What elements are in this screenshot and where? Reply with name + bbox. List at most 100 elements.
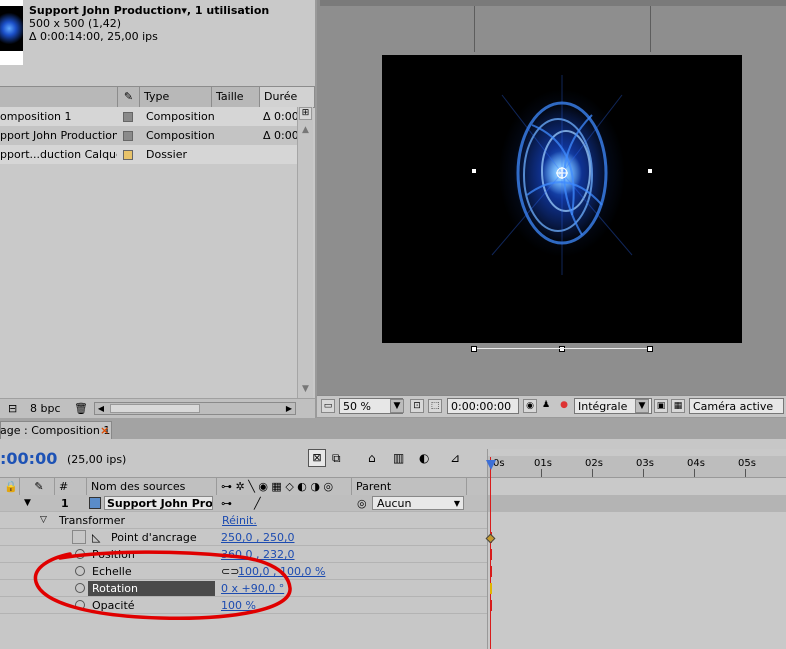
stopwatch-icon[interactable] bbox=[75, 583, 85, 593]
property-name-selected: Rotation bbox=[88, 581, 215, 596]
column-number[interactable]: # bbox=[55, 478, 87, 495]
property-row-anchor-point[interactable]: ◺ Point d'ancrage 250,0 , 250,0 bbox=[0, 529, 487, 546]
flowchart-icon[interactable]: ⊞ bbox=[299, 107, 312, 120]
twirl-down-icon[interactable]: ▼ bbox=[24, 495, 31, 512]
transform-handle[interactable] bbox=[647, 168, 653, 174]
frame-blending-icon[interactable]: ▥ bbox=[393, 451, 404, 465]
shy-switch-icon[interactable]: ⊶ bbox=[221, 495, 232, 512]
safe-zones-icon[interactable]: ⊡ bbox=[410, 399, 424, 413]
column-duration[interactable]: Durée bbox=[260, 87, 315, 107]
trash-icon[interactable]: 🗑 bbox=[74, 402, 88, 415]
reset-link[interactable]: Réinit. bbox=[222, 512, 257, 529]
current-time-indicator-head[interactable] bbox=[486, 460, 496, 470]
bit-depth-label[interactable]: 8 bpc bbox=[30, 402, 61, 415]
stopwatch-icon[interactable] bbox=[75, 566, 85, 576]
show-snapshot-icon[interactable]: ♟ bbox=[539, 399, 553, 413]
timeline-graph-area[interactable] bbox=[487, 449, 786, 649]
scroll-left-arrow-icon[interactable]: ◀ bbox=[95, 403, 107, 414]
draft-3d-icon[interactable]: ⌂ bbox=[368, 451, 376, 465]
column-parent[interactable]: Parent bbox=[352, 478, 467, 495]
color-channel-icon[interactable]: ● bbox=[557, 399, 571, 413]
live-update-icon[interactable]: ⧉ bbox=[332, 451, 341, 466]
column-source-name[interactable]: Nom des sources bbox=[87, 478, 217, 495]
graph-icon[interactable]: ◺ bbox=[92, 529, 100, 546]
collapse-switch-icon[interactable]: ╱ bbox=[254, 495, 261, 512]
property-value[interactable]: 250,0 , 250,0 bbox=[221, 529, 294, 546]
project-row[interactable]: omposition 1 Composition Δ 0:00:1 bbox=[0, 107, 299, 126]
scrollbar-thumb[interactable] bbox=[110, 404, 200, 413]
camera-view-dropdown[interactable]: Caméra active bbox=[689, 398, 784, 414]
scroll-up-arrow-icon[interactable]: ▲ bbox=[299, 124, 312, 137]
snapshot-camera-icon[interactable]: ◉ bbox=[523, 399, 537, 413]
viewer-tab-strip[interactable] bbox=[320, 0, 786, 6]
timeline-tab-label[interactable]: age : Composition 1 bbox=[0, 424, 110, 437]
column-size[interactable]: Taille bbox=[212, 87, 260, 107]
property-row-position[interactable]: Position 360,0 , 232,0 bbox=[0, 546, 487, 563]
column-name[interactable] bbox=[0, 87, 118, 107]
item-type: Composition bbox=[146, 110, 215, 123]
project-settings-icon[interactable]: ⊟ bbox=[8, 402, 17, 415]
item-type: Composition bbox=[146, 129, 215, 142]
keyframe-marker[interactable] bbox=[490, 583, 492, 594]
property-value[interactable]: 0 x +90,0 ° bbox=[221, 580, 284, 597]
keyframe-marker[interactable] bbox=[490, 566, 492, 577]
composition-canvas[interactable] bbox=[382, 55, 742, 343]
keyframe-marker[interactable] bbox=[490, 600, 492, 611]
transform-handle[interactable] bbox=[647, 346, 653, 352]
layer-row[interactable]: ▼ 1 Support John Prod ⊶ ╱ ◎ Aucun ▼ bbox=[0, 495, 487, 512]
label-tag-icon[interactable]: ✎ bbox=[118, 87, 140, 107]
lock-icon[interactable]: 🔒 bbox=[0, 478, 20, 495]
transform-handle[interactable] bbox=[559, 346, 565, 352]
ruler-tick bbox=[643, 469, 644, 477]
property-row-scale[interactable]: Echelle ⊂⊃ 100,0 , 100,0 % bbox=[0, 563, 487, 580]
twirl-down-icon[interactable]: ▽ bbox=[40, 512, 47, 529]
pickwhip-icon[interactable]: ◎ bbox=[357, 495, 367, 512]
project-row[interactable]: pport John Production Composition Δ 0:00… bbox=[0, 126, 299, 145]
transform-handle[interactable] bbox=[471, 168, 477, 174]
transform-handle[interactable] bbox=[471, 346, 477, 352]
stopwatch-icon[interactable] bbox=[75, 600, 85, 610]
label-color-swatch[interactable] bbox=[123, 150, 133, 160]
layer-bounding-edge bbox=[477, 348, 647, 349]
scroll-down-arrow-icon[interactable]: ▼ bbox=[299, 383, 312, 396]
switches-header-icons[interactable]: ⊶ ✲ ╲ ◉ ▦ ◇ ◐ ◑ ◎ bbox=[217, 478, 352, 495]
label-tag-icon[interactable]: ✎ bbox=[20, 478, 55, 495]
constrain-proportions-icon[interactable]: ⊂⊃ bbox=[221, 563, 239, 580]
property-value[interactable]: 360,0 , 232,0 bbox=[221, 546, 294, 563]
scroll-right-arrow-icon[interactable]: ▶ bbox=[283, 403, 295, 414]
keyframe-marker[interactable] bbox=[490, 549, 492, 560]
project-item-title[interactable]: Support John Production▾, 1 utilisation bbox=[29, 4, 269, 17]
chevron-down-icon[interactable]: ▼ bbox=[635, 399, 649, 413]
composition-mini-flowchart-icon[interactable]: ⊠ bbox=[308, 449, 326, 467]
time-ruler[interactable]: 0s 01s 02s 03s 04s 05s bbox=[488, 456, 786, 478]
property-row-rotation[interactable]: Rotation 0 x +90,0 ° bbox=[0, 580, 487, 597]
project-row[interactable]: pport...duction Calques Dossier bbox=[0, 145, 297, 164]
property-row-opacity[interactable]: Opacité 100 % bbox=[0, 597, 487, 614]
ruler-label: 05s bbox=[738, 458, 756, 469]
horizontal-scrollbar[interactable]: ◀ ▶ bbox=[94, 402, 296, 415]
transparency-grid-icon[interactable]: ▦ bbox=[671, 399, 685, 413]
region-of-interest-icon[interactable]: ▣ bbox=[654, 399, 668, 413]
stopwatch-icon[interactable] bbox=[75, 549, 85, 559]
layer-name[interactable]: Support John Prod bbox=[104, 496, 213, 510]
current-time-field[interactable]: 0:00:00:00 bbox=[447, 398, 519, 414]
layer-duration-bar[interactable] bbox=[488, 495, 786, 512]
project-scrollbar[interactable]: ⊞ ▲ ▼ bbox=[297, 107, 313, 399]
stopwatch-icon[interactable] bbox=[72, 530, 86, 544]
label-color-swatch[interactable] bbox=[123, 131, 133, 141]
always-preview-icon[interactable]: ▭ bbox=[321, 399, 335, 413]
chevron-down-icon[interactable]: ▼ bbox=[390, 399, 404, 413]
parent-dropdown[interactable]: Aucun ▼ bbox=[372, 496, 464, 510]
current-time-display[interactable]: :00:00 bbox=[0, 449, 57, 468]
graph-editor-icon[interactable]: ⊿ bbox=[450, 451, 460, 465]
label-color[interactable] bbox=[44, 495, 54, 511]
property-value[interactable]: 100 % bbox=[221, 597, 256, 614]
motion-blur-icon[interactable]: ◐ bbox=[419, 451, 429, 465]
column-type[interactable]: Type bbox=[140, 87, 212, 107]
mask-path-icon[interactable]: ⬚ bbox=[428, 399, 442, 413]
close-icon[interactable]: × bbox=[100, 424, 109, 437]
project-panel bbox=[0, 0, 315, 418]
property-value[interactable]: 100,0 , 100,0 % bbox=[238, 563, 325, 580]
label-color-swatch[interactable] bbox=[123, 112, 133, 122]
transform-group-row[interactable]: ▽ Transformer Réinit. bbox=[0, 512, 487, 529]
